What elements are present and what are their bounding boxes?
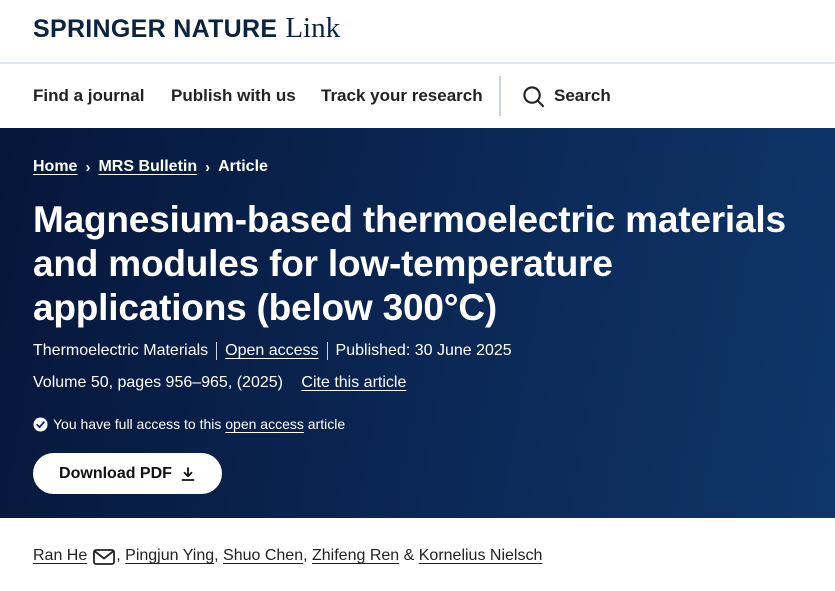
nav-divider xyxy=(499,76,501,116)
author-link[interactable]: Pingjun Ying xyxy=(125,547,214,565)
mail-icon[interactable] xyxy=(93,549,116,565)
search-label: Search xyxy=(554,86,611,105)
breadcrumb: Home › MRS Bulletin › Article xyxy=(33,158,268,176)
meta-divider xyxy=(216,342,218,360)
article-title: Magnesium-based thermoelectric materials… xyxy=(33,199,786,328)
open-access-link[interactable]: Open access xyxy=(225,342,318,360)
site-header: SPRINGER NATURE Link xyxy=(0,0,835,64)
access-notice: You have full access to this open access… xyxy=(33,416,345,432)
springer-nature-link-logo[interactable]: SPRINGER NATURE Link xyxy=(33,12,340,45)
nav-publish-with-us[interactable]: Publish with us xyxy=(171,64,296,128)
download-pdf-button[interactable]: Download PDF xyxy=(33,453,222,494)
author-ampersand: & xyxy=(403,547,415,564)
nav-track-your-research[interactable]: Track your research xyxy=(321,64,483,128)
published-date: Published: 30 June 2025 xyxy=(335,342,512,359)
download-icon xyxy=(181,466,195,481)
breadcrumb-current: Article xyxy=(218,158,268,175)
brand-name: SPRINGER NATURE xyxy=(33,15,278,43)
nav-find-a-journal[interactable]: Find a journal xyxy=(33,64,144,128)
main-navigation: Find a journal Publish with us Track you… xyxy=(0,64,835,128)
author-link[interactable]: Shuo Chen xyxy=(223,547,303,565)
author-link[interactable]: Zhifeng Ren xyxy=(312,547,399,565)
chevron-right-icon: › xyxy=(85,158,91,176)
access-prefix: You have full access to this xyxy=(53,416,222,432)
author-separator: , xyxy=(116,547,121,564)
access-suffix: article xyxy=(307,416,346,432)
breadcrumb-home[interactable]: Home xyxy=(33,158,77,176)
author-link[interactable]: Ran He xyxy=(33,547,87,565)
author-separator: , xyxy=(214,547,219,564)
download-pdf-label: Download PDF xyxy=(59,464,172,482)
article-section: Thermoelectric Materials xyxy=(33,342,209,359)
brand-link-word: Link xyxy=(285,12,341,44)
cite-this-article-link[interactable]: Cite this article xyxy=(301,374,406,391)
access-open-access-link[interactable]: open access xyxy=(225,416,304,432)
author-list: Ran He , Pingjun Ying, Shuo Chen, Zhifen… xyxy=(33,547,542,565)
article-meta: Thermoelectric Materials Open access Pub… xyxy=(33,342,512,360)
meta-divider xyxy=(326,342,328,360)
check-circle-icon xyxy=(33,416,48,432)
article-hero: Home › MRS Bulletin › Article Magnesium-… xyxy=(0,128,835,518)
chevron-right-icon: › xyxy=(205,158,211,176)
article-citation-info: Volume 50, pages 956–965, (2025) Cite th… xyxy=(33,374,406,392)
author-separator: , xyxy=(303,547,308,564)
search-icon xyxy=(523,85,545,107)
breadcrumb-journal[interactable]: MRS Bulletin xyxy=(98,158,197,176)
search-button[interactable]: Search xyxy=(522,64,611,128)
author-link[interactable]: Kornelius Nielsch xyxy=(419,547,543,565)
volume-pages: Volume 50, pages 956–965, (2025) xyxy=(33,374,283,391)
